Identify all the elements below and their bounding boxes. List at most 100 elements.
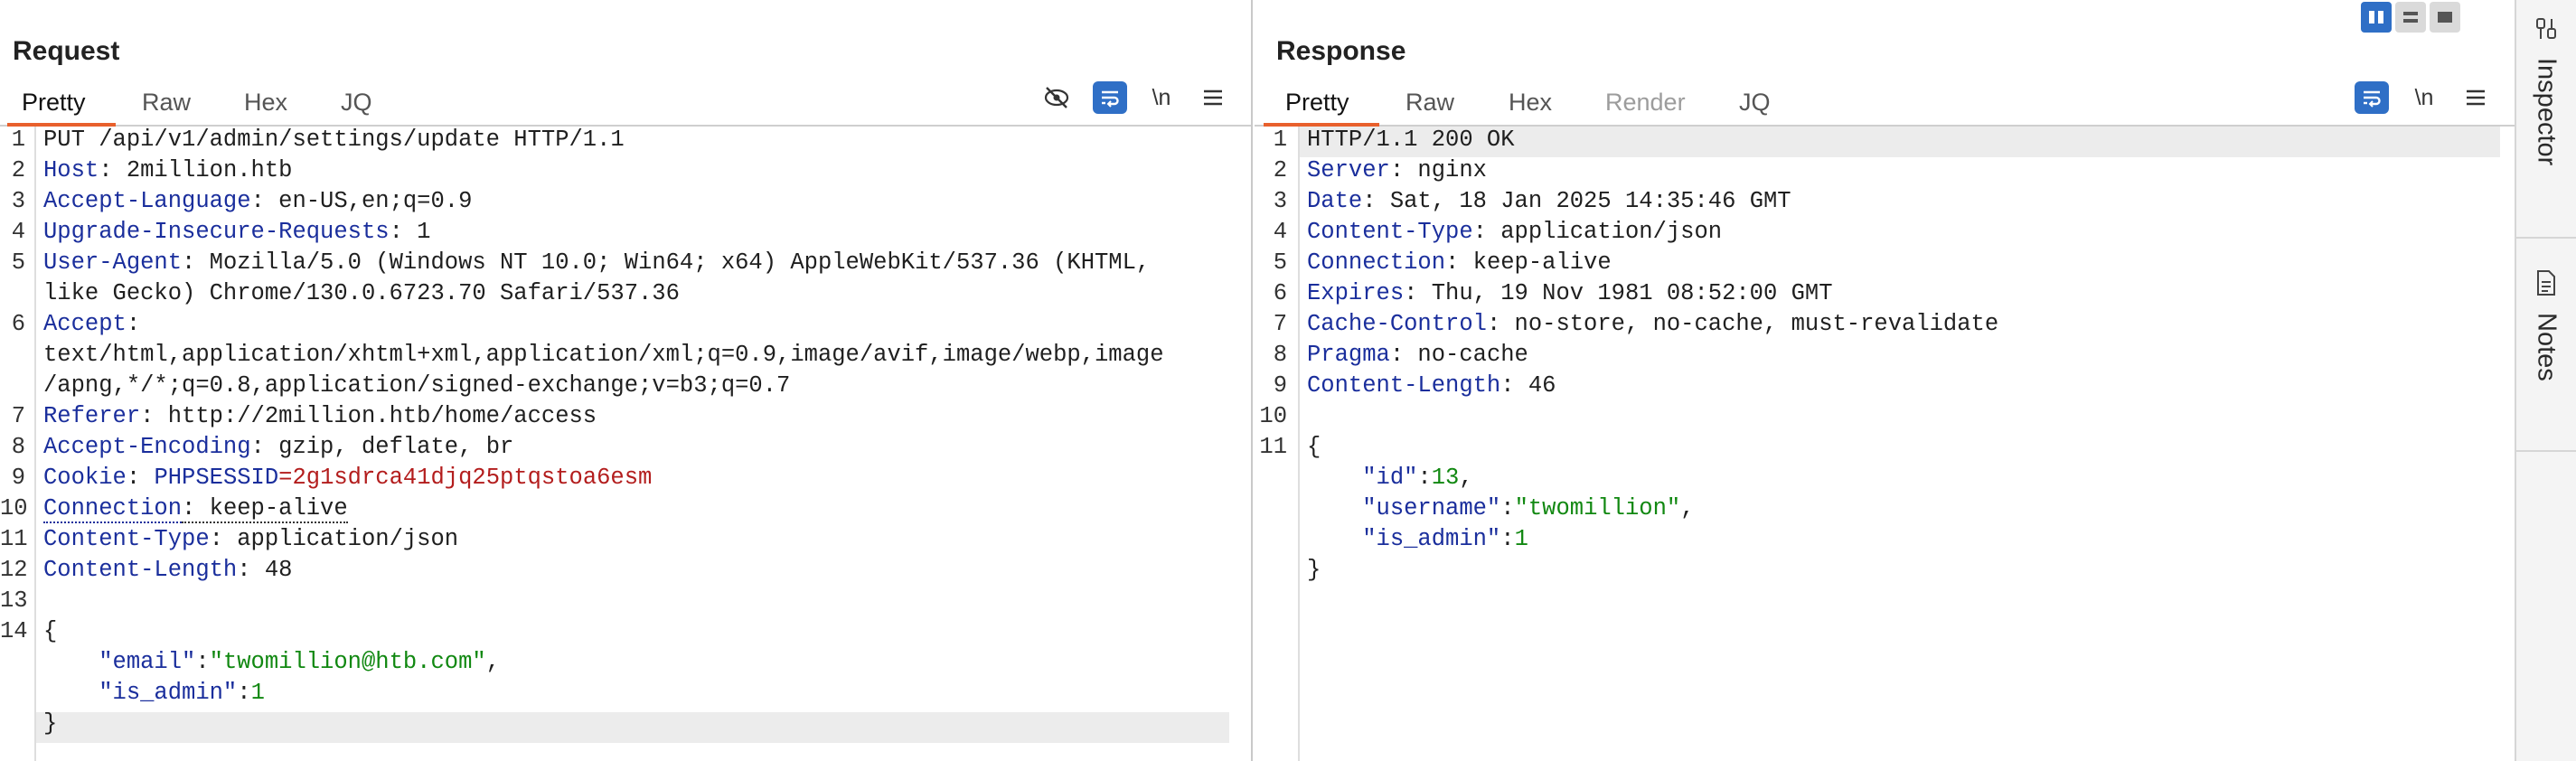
- code-text: : 46: [1500, 372, 1556, 399]
- code-text: : http://2million.htb/home/access: [140, 403, 597, 429]
- response-tab-pretty[interactable]: Pretty: [1285, 89, 1349, 117]
- json-number: 1: [1514, 526, 1528, 552]
- request-tab-pretty[interactable]: Pretty: [22, 89, 86, 117]
- code-text: PUT /api/v1/admin/settings/update HTTP/1…: [43, 127, 625, 153]
- code-text: text/html,application/xhtml+xml,applicat…: [43, 342, 1164, 368]
- code-line[interactable]: HTTP/1.1 200 OK: [1307, 127, 1515, 153]
- code-line[interactable]: {: [1307, 434, 1321, 460]
- code-line[interactable]: Content-Type: application/json: [43, 526, 458, 552]
- line-number: 6: [11, 311, 25, 337]
- header-key: Content-Length: [43, 557, 238, 583]
- menu-icon[interactable]: [1196, 81, 1230, 114]
- code-text: : no-store, no-cache, must-revalidate: [1486, 311, 1999, 337]
- code-text: :: [126, 465, 155, 491]
- code-line[interactable]: Host: 2million.htb: [43, 157, 292, 183]
- code-line[interactable]: Upgrade-Insecure-Requests: 1: [43, 219, 430, 245]
- menu-icon[interactable]: [2458, 81, 2493, 114]
- code-line[interactable]: Content-Type: application/json: [1307, 219, 1722, 245]
- json-string: "twomillion@htb.com": [209, 649, 486, 675]
- code-line[interactable]: "username":"twomillion",: [1307, 495, 1695, 521]
- line-number: 11: [1259, 434, 1287, 460]
- code-line[interactable]: "is_admin":1: [43, 680, 265, 706]
- code-text: ,: [1680, 495, 1695, 521]
- code-line[interactable]: Accept-Language: en-US,en;q=0.9: [43, 188, 472, 214]
- json-number: 1: [250, 680, 265, 706]
- response-tab-jq[interactable]: JQ: [1739, 89, 1771, 117]
- layout-single-icon[interactable]: [2430, 2, 2460, 33]
- code-text: :: [1417, 465, 1432, 491]
- notes-icon: [2537, 270, 2555, 296]
- code-line[interactable]: Cache-Control: no-store, no-cache, must-…: [1307, 311, 1998, 337]
- code-line[interactable]: Referer: http://2million.htb/home/access: [43, 403, 597, 429]
- line-number: 7: [11, 403, 25, 429]
- line-number: 10: [0, 495, 28, 521]
- code-line[interactable]: Cookie: PHPSESSID=2g1sdrca41djq25ptqstoa…: [43, 465, 652, 491]
- request-tab-raw[interactable]: Raw: [142, 89, 191, 117]
- show-newlines-icon[interactable]: \n: [2407, 81, 2441, 114]
- code-line[interactable]: "is_admin":1: [1307, 526, 1528, 552]
- header-key: Referer: [43, 403, 141, 429]
- code-text: : gzip, deflate, br: [250, 434, 514, 460]
- response-tab-raw[interactable]: Raw: [1406, 89, 1454, 117]
- show-newlines-icon[interactable]: \n: [1144, 81, 1179, 114]
- notes-label: Notes: [2532, 313, 2562, 381]
- request-editor[interactable]: 1 2 3 4 5 6 7 8 9 10 11 12 13 14 PUT /api/v1/admin/set…: [0, 127, 1251, 761]
- code-line[interactable]: PUT /api/v1/admin/settings/update HTTP/1…: [43, 127, 625, 153]
- request-pane: Request Pretty Raw Hex JQ \n 1 2 3 4 5 6 7 8 9 10…: [0, 0, 1253, 761]
- line-number: 10: [1259, 403, 1287, 429]
- code-text: : Mozilla/5.0 (Windows NT 10.0; Win64; x…: [182, 249, 1151, 276]
- header-key: User-Agent: [43, 249, 183, 276]
- header-key: Content-Type: [1307, 219, 1473, 245]
- code-text: {: [43, 618, 58, 644]
- header-key: "email": [43, 649, 196, 675]
- code-line[interactable]: "email":"twomillion@htb.com",: [43, 649, 500, 675]
- code-line[interactable]: User-Agent: Mozilla/5.0 (Windows NT 10.0…: [43, 249, 1150, 276]
- header-key: Content-Type: [43, 526, 210, 552]
- code-line[interactable]: Date: Sat, 18 Jan 2025 14:35:46 GMT: [1307, 188, 1791, 214]
- code-line[interactable]: {: [43, 618, 57, 644]
- header-key: Connection: [43, 495, 183, 523]
- header-key: PHPSESSID: [154, 465, 279, 491]
- request-tab-hex[interactable]: Hex: [244, 89, 287, 117]
- code-text: : 48: [237, 557, 293, 583]
- code-line[interactable]: Accept-Encoding: gzip, deflate, br: [43, 434, 513, 460]
- wrap-lines-icon[interactable]: [1093, 81, 1127, 114]
- code-text: /apng,*/*;q=0.8,application/signed-excha…: [43, 372, 791, 399]
- response-tab-hex[interactable]: Hex: [1509, 89, 1552, 117]
- code-text: :: [1500, 495, 1515, 521]
- code-text: :: [1500, 526, 1515, 552]
- code-line[interactable]: Connection: keep-alive: [43, 495, 348, 523]
- wrap-lines-icon[interactable]: [2355, 81, 2389, 114]
- code-line[interactable]: "id":13,: [1307, 465, 1473, 491]
- request-current-line-highlight: [36, 712, 1229, 743]
- code-text: : 1: [389, 219, 431, 245]
- header-key: "is_admin": [43, 680, 238, 706]
- code-line[interactable]: Server: nginx: [1307, 157, 1487, 183]
- code-text: : keep-alive: [182, 495, 348, 523]
- line-number: 12: [0, 557, 28, 583]
- code-line[interactable]: Accept:: [43, 311, 140, 337]
- code-line[interactable]: Expires: Thu, 19 Nov 1981 08:52:00 GMT: [1307, 280, 1833, 306]
- code-line[interactable]: text/html,application/xhtml+xml,applicat…: [43, 342, 1164, 368]
- cookie-value: =2g1sdrca41djq25ptqstoa6esm: [278, 465, 653, 491]
- request-tab-jq[interactable]: JQ: [341, 89, 372, 117]
- code-line[interactable]: like Gecko) Chrome/130.0.6723.70 Safari/…: [43, 280, 680, 306]
- layout-side-by-side-icon[interactable]: [2361, 2, 2392, 33]
- hide-nonprintable-icon[interactable]: [1039, 81, 1074, 114]
- code-line[interactable]: Content-Length: 48: [43, 557, 292, 583]
- code-text: {: [1307, 434, 1321, 460]
- response-tab-render[interactable]: Render: [1605, 89, 1686, 117]
- layout-stacked-icon[interactable]: [2395, 2, 2426, 33]
- code-line[interactable]: Pragma: no-cache: [1307, 342, 1528, 368]
- notes-panel-toggle[interactable]: Notes: [2516, 269, 2576, 381]
- code-line[interactable]: }: [1307, 557, 1321, 583]
- code-line[interactable]: }: [43, 710, 57, 737]
- header-key: Server: [1307, 157, 1390, 183]
- code-line[interactable]: Content-Length: 46: [1307, 372, 1556, 399]
- inspector-panel-toggle[interactable]: Inspector: [2516, 16, 2576, 165]
- code-text: ,: [1459, 465, 1473, 491]
- code-line[interactable]: /apng,*/*;q=0.8,application/signed-excha…: [43, 372, 790, 399]
- code-line[interactable]: Connection: keep-alive: [1307, 249, 1612, 276]
- request-title: Request: [13, 36, 120, 66]
- response-editor[interactable]: 1 2 3 4 5 6 7 8 9 10 11 HTTP/1.1 200 OK Server: ngin…: [1255, 127, 2515, 761]
